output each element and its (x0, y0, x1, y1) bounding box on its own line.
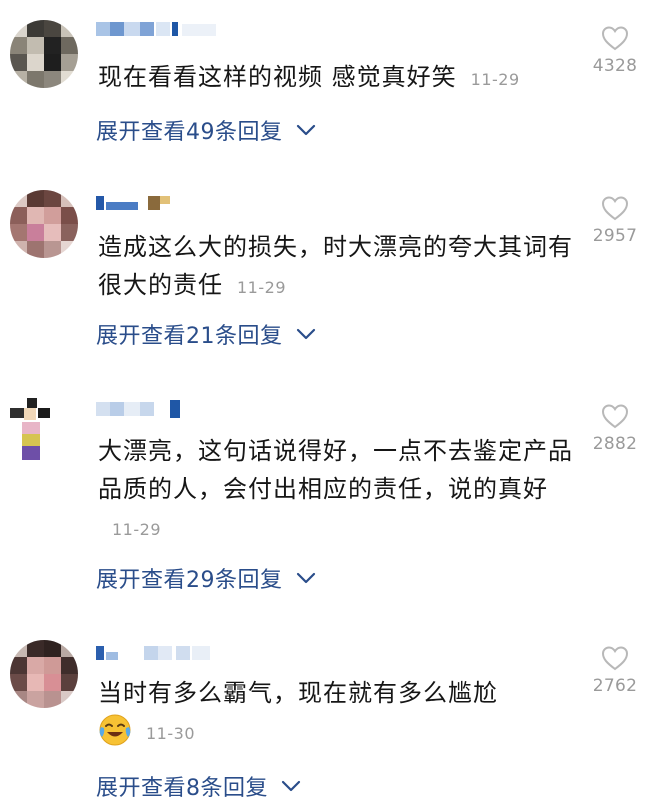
username-blurred[interactable] (96, 398, 196, 420)
crying-laughing-emoji (99, 714, 131, 746)
avatar[interactable] (10, 398, 78, 466)
expand-replies-label: 展开查看8条回复 (96, 776, 268, 801)
comment-item: 现在看看这样的视频 感觉真好笑 11-29 展开查看49条回复 4328 (0, 0, 662, 170)
comment-text: 造成这么大的损失，时大漂亮的夸大其词有很大的责任 11-29 (98, 233, 573, 299)
heart-outline-icon (601, 196, 629, 221)
expand-replies-button[interactable]: 展开查看21条回复 (96, 318, 317, 350)
comment-time: 11-29 (112, 520, 161, 539)
heart-outline-icon (601, 26, 629, 51)
comment-item: 大漂亮，这句话说得好，一点不去鉴定产品品质的人，会付出相应的责任，说的真好11-… (0, 380, 662, 620)
like-button[interactable]: 4328 (585, 24, 645, 76)
expand-replies-button[interactable]: 展开查看29条回复 (96, 562, 317, 594)
like-count: 2882 (592, 434, 638, 454)
comment-time: 11-29 (237, 278, 286, 297)
chevron-down-icon (281, 780, 301, 792)
expand-replies-label: 展开查看21条回复 (96, 324, 283, 349)
expand-replies-label: 展开查看49条回复 (96, 120, 283, 145)
expand-replies-label: 展开查看29条回复 (96, 568, 283, 593)
comment-item: 当时有多么霸气，现在就有多么尴尬 11-30 展开查看8条回复 2762 (0, 620, 662, 806)
heart-outline-icon (601, 646, 629, 671)
avatar[interactable] (10, 190, 78, 258)
avatar[interactable] (10, 640, 78, 708)
username-blurred[interactable] (96, 642, 226, 664)
expand-replies-button[interactable]: 展开查看49条回复 (96, 114, 317, 146)
username-blurred[interactable] (96, 18, 236, 40)
comment-text: 当时有多么霸气，现在就有多么尴尬 11-30 (98, 674, 574, 753)
chevron-down-icon (296, 124, 315, 136)
chevron-down-icon (296, 328, 315, 340)
expand-replies-button[interactable]: 展开查看8条回复 (96, 770, 302, 802)
heart-outline-icon (601, 404, 629, 429)
like-button[interactable]: 2882 (585, 402, 645, 454)
avatar[interactable] (10, 20, 78, 88)
comment-item: 造成这么大的损失，时大漂亮的夸大其词有很大的责任 11-29 展开查看21条回复 … (0, 170, 662, 380)
like-count: 2762 (592, 676, 638, 696)
comment-text: 大漂亮，这句话说得好，一点不去鉴定产品品质的人，会付出相应的责任，说的真好11-… (98, 437, 573, 539)
comment-time: 11-30 (146, 724, 195, 743)
username-blurred[interactable] (96, 192, 186, 214)
chevron-down-icon (296, 572, 315, 584)
comment-time: 11-29 (470, 70, 520, 89)
like-button[interactable]: 2762 (585, 644, 645, 696)
like-count: 4328 (592, 56, 638, 76)
like-count: 2957 (592, 226, 638, 246)
comment-text: 现在看看这样的视频 感觉真好笑 11-29 (98, 63, 520, 91)
like-button[interactable]: 2957 (585, 194, 645, 246)
